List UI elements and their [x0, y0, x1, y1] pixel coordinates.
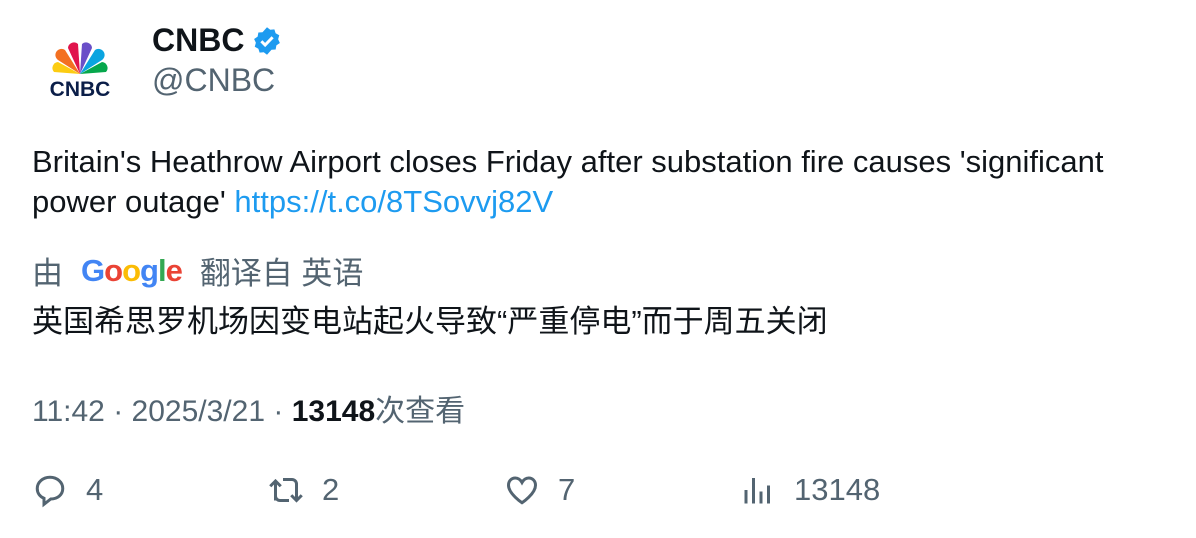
retweet-count: 2 [322, 472, 340, 507]
reply-button[interactable]: 4 [32, 472, 103, 508]
views-count: 13148 [794, 472, 881, 507]
translated-by: 由 [32, 256, 63, 291]
google-logo: Google [81, 252, 183, 288]
retweet-icon [269, 478, 303, 503]
like-count: 7 [558, 472, 576, 507]
author-handle[interactable]: @CNBC [152, 62, 275, 99]
views-label: 次查看 [375, 395, 466, 428]
tweet-text: Britain's Heathrow Airport closes Friday… [32, 142, 1172, 222]
tweet-date[interactable]: 2025/3/21 [132, 395, 265, 428]
author-name[interactable]: CNBC [152, 22, 282, 59]
view-count: 13148 [291, 395, 376, 428]
reply-icon [35, 475, 65, 508]
tweet-time[interactable]: 11:42 [32, 395, 105, 428]
analytics-icon [744, 478, 770, 504]
separator: · [113, 395, 124, 428]
like-button[interactable]: 7 [504, 472, 575, 508]
author-name-text: CNBC [152, 22, 245, 58]
verified-badge-icon [254, 26, 281, 55]
separator: · [273, 395, 284, 428]
tweet-link[interactable]: https://t.co/8TSovvj82V [234, 184, 553, 219]
tweet-meta: 11:42 · 2025/3/21 · 13148次查看 [32, 386, 465, 430]
translated-from: 翻译自 英语 [199, 256, 364, 291]
views-button[interactable]: 13148 [740, 472, 880, 508]
cnbc-logo-avatar[interactable]: CNBC [40, 36, 120, 104]
reply-count: 4 [86, 472, 104, 507]
retweet-button[interactable]: 2 [268, 472, 339, 508]
translated-text: 英国希思罗机场因变电站起火导致“严重停电”而于周五关闭 [32, 304, 828, 339]
translation-attribution: 由 Google 翻译自 英语 [32, 248, 363, 293]
heart-icon [506, 476, 538, 505]
tweet-body: Britain's Heathrow Airport closes Friday… [32, 144, 1104, 219]
logo-text: CNBC [50, 78, 111, 101]
